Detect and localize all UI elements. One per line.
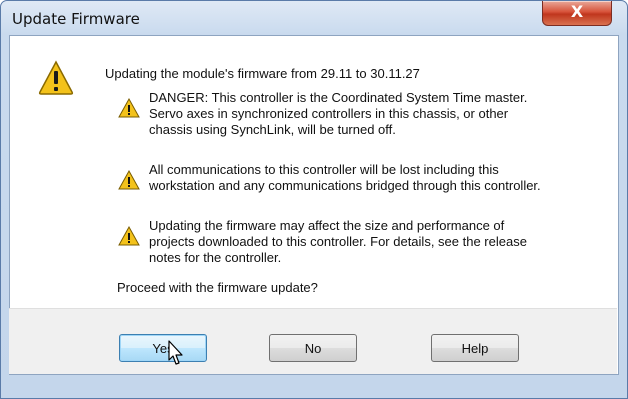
- help-button[interactable]: Help: [431, 334, 519, 362]
- update-heading: Updating the module's firmware from 29.1…: [105, 66, 420, 81]
- mouse-pointer-icon: [168, 340, 183, 365]
- warning-icon: [38, 60, 74, 95]
- warning-icon: [118, 170, 140, 190]
- warning-line: DANGER: This controller is the Coordinat…: [149, 90, 528, 105]
- warning-icon: [118, 98, 140, 118]
- danger-warning-text: DANGER: This controller is the Coordinat…: [149, 90, 627, 138]
- yes-button[interactable]: Yes: [119, 334, 207, 362]
- warning-line: All communications to this controller wi…: [149, 162, 499, 177]
- warning-line: notes for the controller.: [149, 250, 282, 265]
- warning-icon: [118, 226, 140, 246]
- window-title: Update Firmware: [12, 10, 140, 28]
- no-button[interactable]: No: [269, 334, 357, 362]
- warning-line: workstation and any communications bridg…: [149, 178, 541, 193]
- warning-line: Updating the firmware may affect the siz…: [149, 218, 505, 233]
- close-button[interactable]: X: [542, 1, 612, 26]
- proceed-question: Proceed with the firmware update?: [117, 280, 318, 295]
- warning-line: Servo axes in synchronized controllers i…: [149, 106, 509, 121]
- update-firmware-dialog: Update Firmware X Updating the module's …: [0, 0, 628, 399]
- performance-warning-text: Updating the firmware may affect the siz…: [149, 218, 627, 266]
- warning-line: chassis using SynchLink, will be turned …: [149, 122, 396, 137]
- warning-line: projects downloaded to this controller. …: [149, 234, 527, 249]
- communications-warning-text: All communications to this controller wi…: [149, 162, 627, 194]
- title-bar[interactable]: Update Firmware X: [1, 1, 627, 35]
